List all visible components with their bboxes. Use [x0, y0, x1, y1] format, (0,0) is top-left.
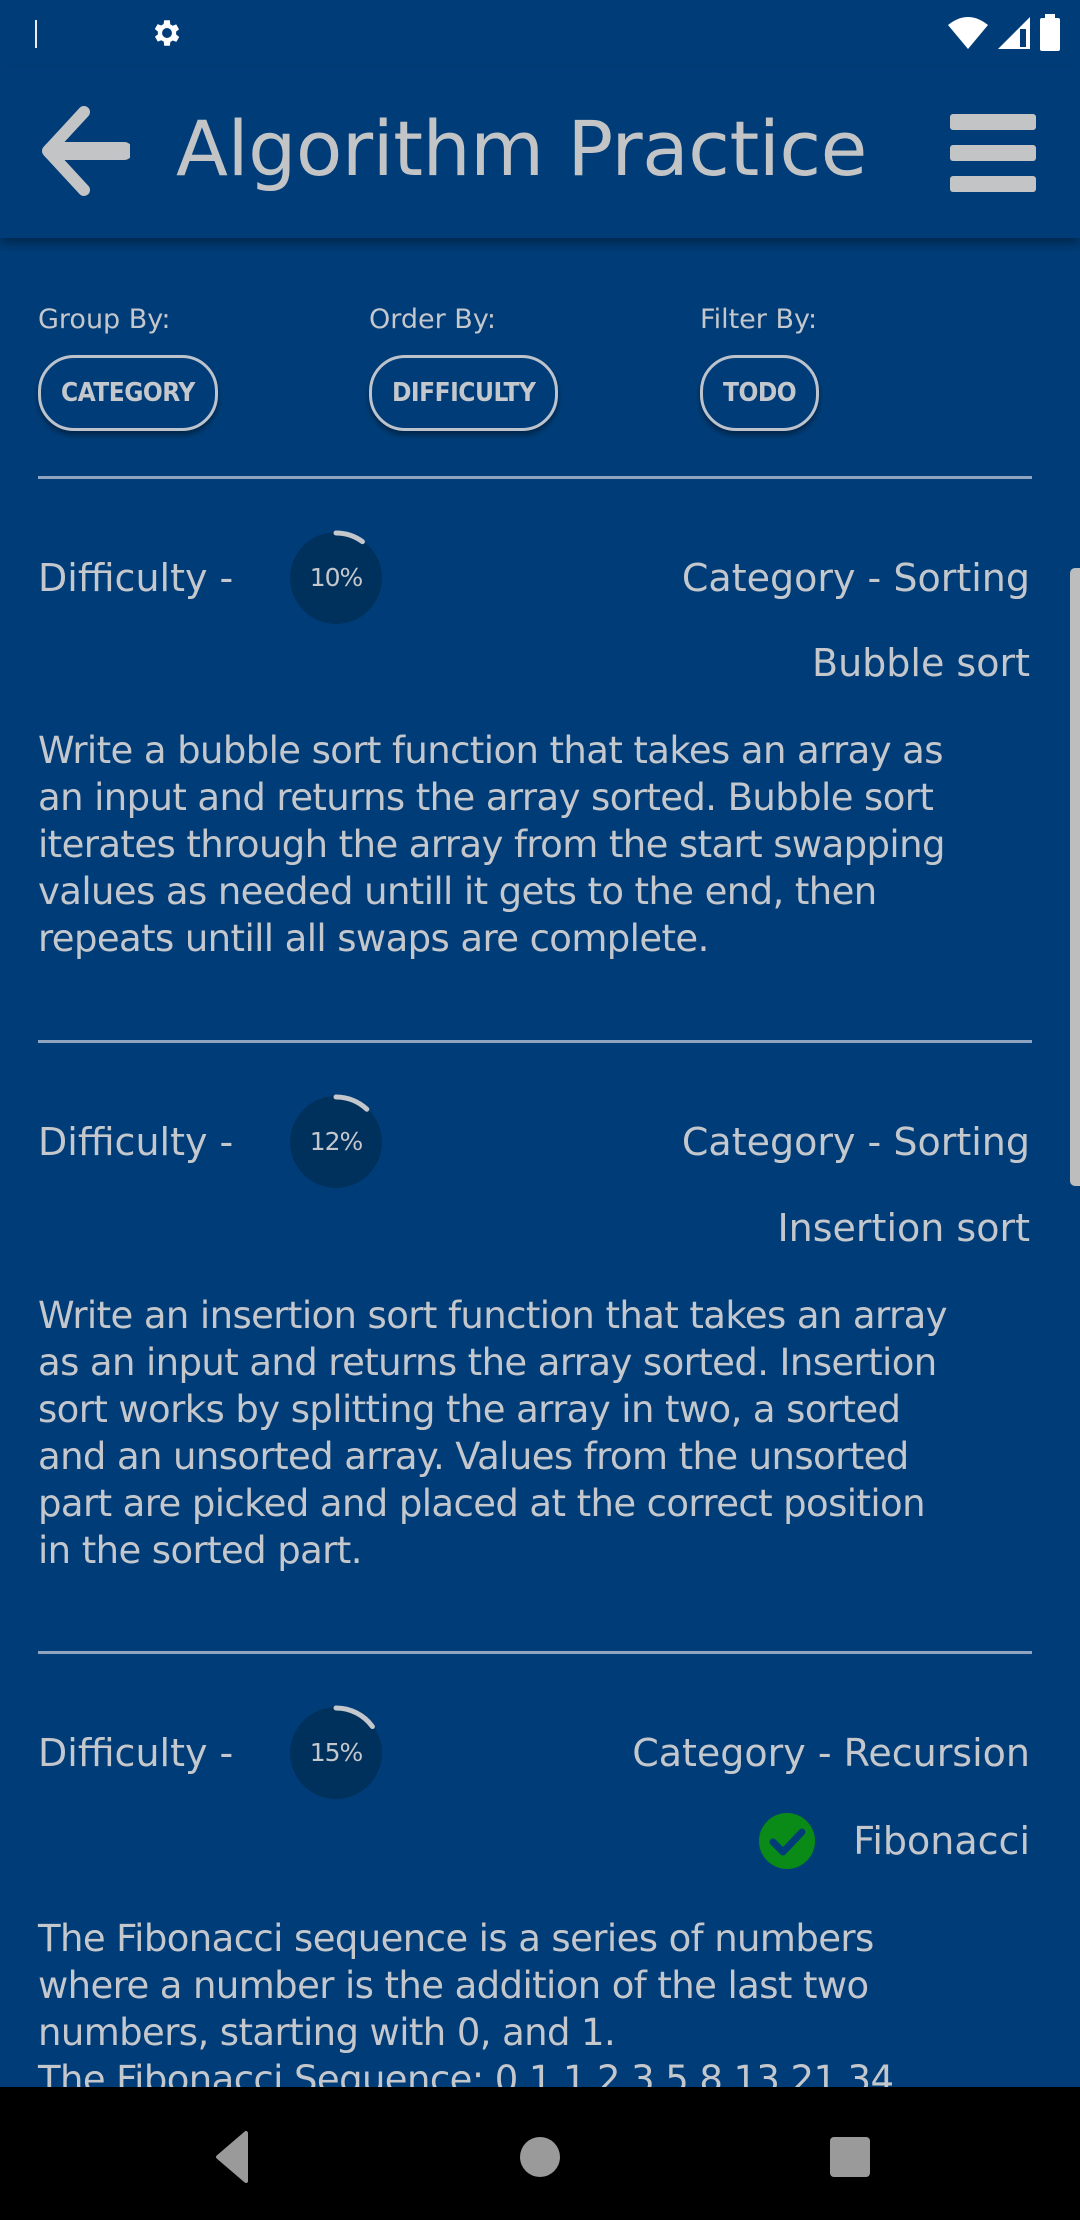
- order-by-control: Order By: DIFFICULTY: [369, 304, 559, 431]
- cell-signal-icon: [998, 17, 1030, 49]
- problem-title: Bubble sort: [812, 641, 1030, 685]
- status-bar: [0, 0, 1080, 66]
- divider: [38, 1040, 1032, 1043]
- difficulty-gauge: 10%: [288, 530, 384, 626]
- filter-by-control: Filter By: TODO: [700, 304, 820, 431]
- scrollbar[interactable]: [1070, 568, 1080, 1186]
- order-by-label: Order By:: [369, 304, 496, 335]
- group-by-button[interactable]: CATEGORY: [38, 355, 218, 431]
- nav-back-icon[interactable]: [200, 2117, 280, 2197]
- divider: [38, 1651, 1032, 1654]
- difficulty-gauge: 15%: [288, 1705, 384, 1801]
- completed-check-icon: [759, 1813, 816, 1869]
- difficulty-gauge: 12%: [288, 1094, 384, 1190]
- group-by-label: Group By:: [38, 304, 171, 335]
- nav-home-icon[interactable]: [500, 2117, 580, 2197]
- divider: [38, 476, 1032, 479]
- category-label: Category - Sorting: [681, 556, 1030, 600]
- problem-name: Bubble sort: [812, 641, 1030, 685]
- problem-name: Insertion sort: [777, 1206, 1030, 1250]
- problem-name: Fibonacci: [759, 1813, 1030, 1869]
- sort-filter-controls: Group By: CATEGORY Order By: DIFFICULTY …: [0, 238, 1080, 478]
- text-cursor-icon: [35, 20, 37, 48]
- app-bar: Algorithm Practice: [0, 66, 1080, 238]
- filter-by-label: Filter By:: [700, 304, 818, 335]
- filter-by-button[interactable]: TODO: [700, 355, 820, 431]
- order-by-button[interactable]: DIFFICULTY: [369, 355, 559, 431]
- category-label: Category - Recursion: [632, 1731, 1030, 1775]
- difficulty-label: Difficulty -: [38, 1731, 234, 1775]
- problem-description: Write an insertion sort function that ta…: [38, 1294, 948, 1572]
- arrow-left-icon[interactable]: [40, 106, 130, 196]
- nav-recents-icon[interactable]: [810, 2117, 890, 2197]
- difficulty-label: Difficulty -: [38, 1120, 234, 1164]
- category-label: Category - Sorting: [681, 1120, 1030, 1164]
- system-nav-bar: [0, 2087, 1080, 2220]
- group-by-control: Group By: CATEGORY: [38, 304, 218, 431]
- wifi-icon: [948, 17, 988, 49]
- page-title: Algorithm Practice: [176, 104, 867, 193]
- battery-icon: [1040, 14, 1060, 51]
- problem-description: The Fibonacci sequence is a series of nu…: [38, 1917, 894, 2101]
- difficulty-value: 12%: [309, 1127, 364, 1156]
- problem-title: Fibonacci: [853, 1819, 1030, 1863]
- problem-title: Insertion sort: [777, 1206, 1030, 1250]
- difficulty-value: 10%: [309, 563, 364, 592]
- hamburger-menu-icon[interactable]: [950, 114, 1036, 192]
- difficulty-label: Difficulty -: [38, 556, 234, 600]
- settings-gear-icon: [154, 20, 180, 46]
- problem-description: Write a bubble sort function that takes …: [38, 729, 945, 960]
- difficulty-value: 15%: [309, 1738, 364, 1767]
